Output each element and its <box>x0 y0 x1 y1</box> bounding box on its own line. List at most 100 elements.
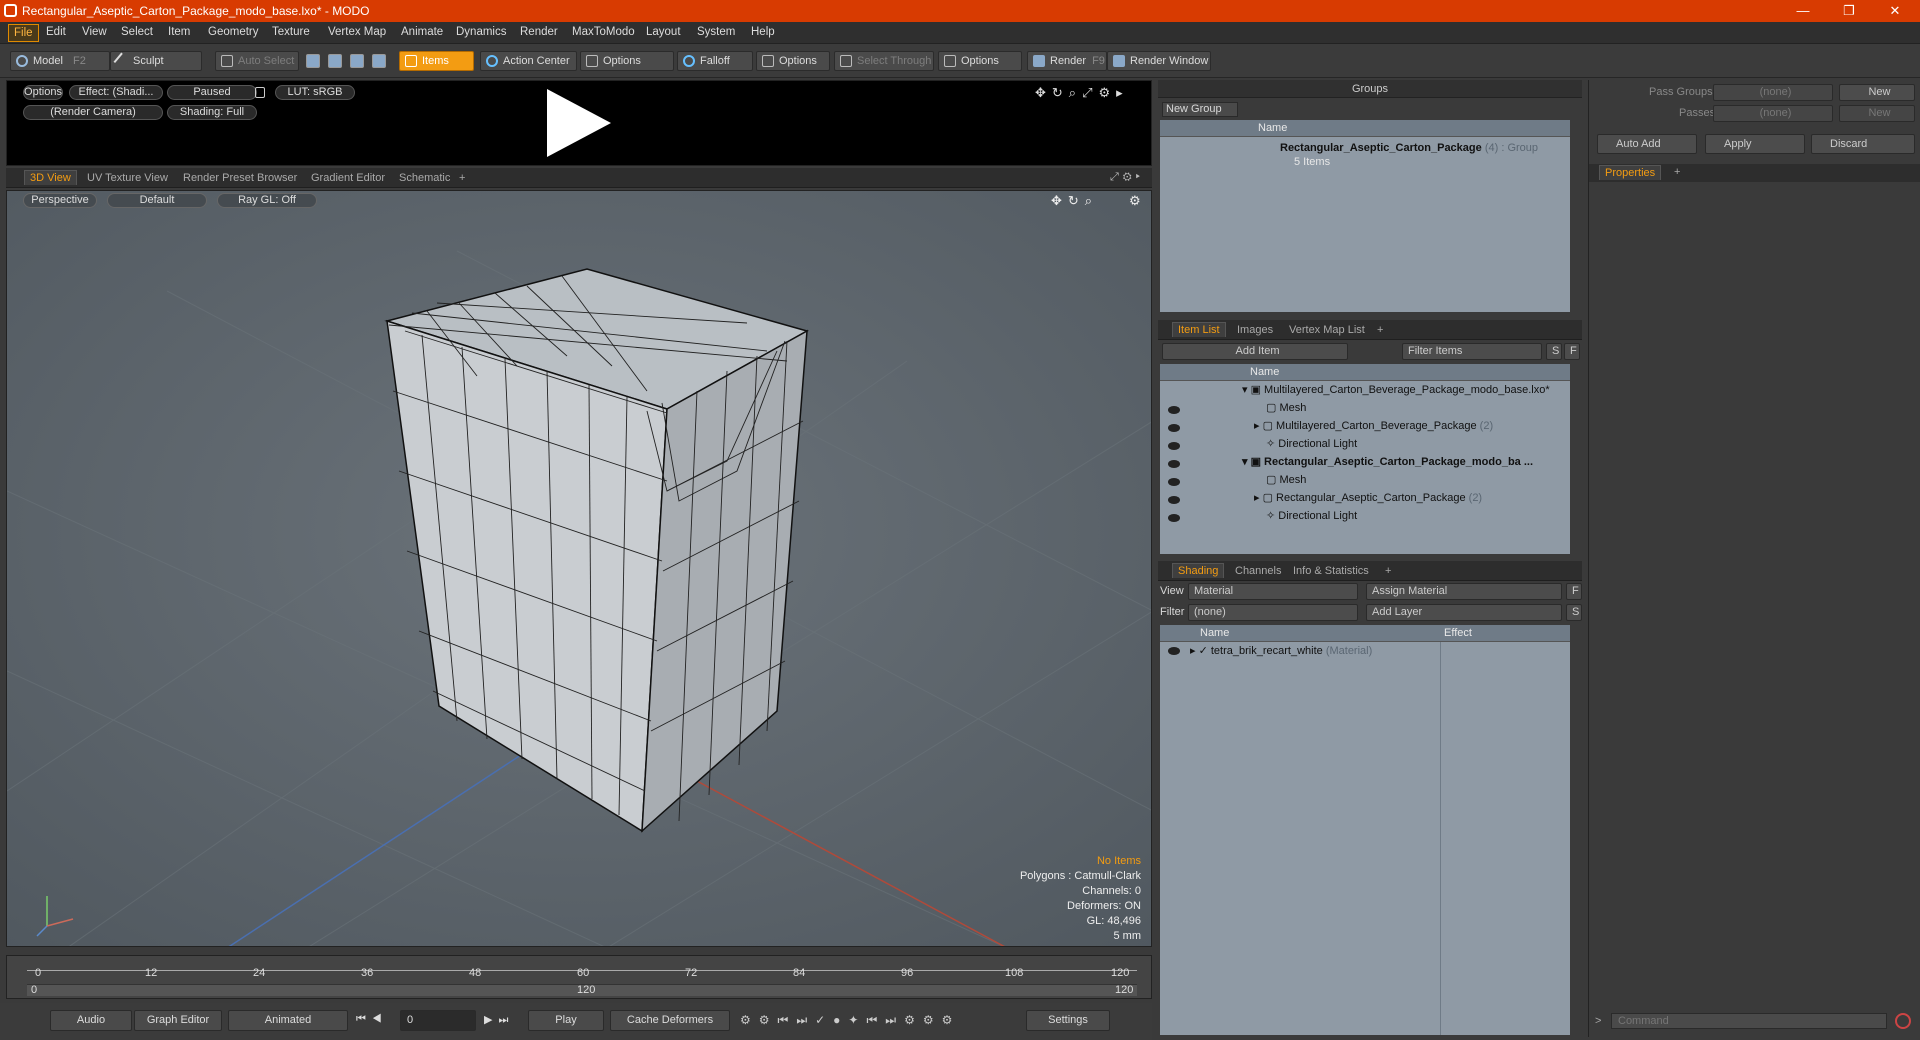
tab-gradient-editor[interactable]: Gradient Editor <box>306 171 390 185</box>
tree-row-light[interactable]: ✧ Directional Light <box>1266 508 1357 526</box>
render-window-button[interactable]: Render Window <box>1107 51 1211 71</box>
cache-deformers-button[interactable]: Cache Deformers <box>610 1010 730 1031</box>
transport-back-icons[interactable]: ⏮◀ <box>356 1013 388 1026</box>
maximize-button[interactable]: ❐ <box>1826 0 1872 22</box>
tab-uv-texture-view[interactable]: UV Texture View <box>82 171 173 185</box>
transport-fwd-icons[interactable]: ▶⏭ <box>484 1013 514 1027</box>
menu-edit[interactable]: Edit <box>46 26 66 38</box>
tab-schematic[interactable]: Schematic <box>394 171 455 185</box>
add-tab-button[interactable]: + <box>454 171 470 185</box>
graph-editor-button[interactable]: Graph Editor <box>134 1010 222 1031</box>
settings-button[interactable]: Settings <box>1026 1010 1110 1031</box>
record-icon[interactable] <box>1895 1013 1911 1029</box>
s-button[interactable]: S <box>1546 343 1562 360</box>
item-tree[interactable]: Name ▾ ▣ Multilayered_Carton_Beverage_Pa… <box>1160 364 1570 554</box>
filter-dropdown[interactable]: (none) <box>1188 604 1358 621</box>
tree-row-light[interactable]: ✧ Directional Light <box>1266 436 1357 454</box>
visibility-eye-icon[interactable] <box>1168 647 1180 655</box>
filter-items-input[interactable]: Filter Items <box>1402 343 1542 360</box>
pass-groups-dropdown[interactable]: (none) <box>1713 84 1833 101</box>
menu-vertex-map[interactable]: Vertex Map <box>328 26 386 38</box>
lock-icon[interactable] <box>255 87 265 98</box>
material-row[interactable]: ▸ ✓ tetra_brik_recart_white (Material) <box>1190 643 1372 661</box>
tree-row-mesh[interactable]: ▢ Mesh <box>1266 400 1306 418</box>
groups-list[interactable]: Name Rectangular_Aseptic_Carton_Package … <box>1160 120 1570 312</box>
add-item-dropdown[interactable]: Add Item <box>1162 343 1348 360</box>
tab-info-statistics[interactable]: Info & Statistics <box>1288 564 1374 578</box>
camera-dropdown[interactable]: (Render Camera) <box>23 105 163 120</box>
add-tab-button[interactable]: + <box>1380 564 1396 578</box>
visibility-eye-icon[interactable] <box>1168 478 1180 486</box>
shading-dropdown[interactable]: Shading: Full <box>167 105 257 120</box>
sculpt-mode-button[interactable]: Sculpt <box>110 51 202 71</box>
tab-3d-view[interactable]: 3D View <box>24 170 77 185</box>
visibility-eye-icon[interactable] <box>1168 460 1180 468</box>
viewport-nav-icons[interactable]: ✥↻⌕ <box>1051 193 1098 209</box>
perspective-dropdown[interactable]: Perspective <box>23 193 97 208</box>
tab-render-preset-browser[interactable]: Render Preset Browser <box>178 171 302 185</box>
effect-dropdown[interactable]: Effect: (Shadi... <box>69 85 163 100</box>
menu-render[interactable]: Render <box>520 26 558 38</box>
discard-button[interactable]: Discard <box>1811 134 1915 154</box>
play-button[interactable]: Play <box>528 1010 604 1031</box>
tab-properties[interactable]: Properties <box>1599 165 1662 180</box>
shader-tree[interactable]: Name Effect ▸ ✓ tetra_brik_recart_white … <box>1160 625 1570 1035</box>
items-mode-button[interactable]: Items <box>399 51 474 71</box>
menu-view[interactable]: View <box>82 26 107 38</box>
select-through-button[interactable]: Select Through <box>834 51 934 71</box>
add-tab-button[interactable]: + <box>1669 165 1685 179</box>
audio-button[interactable]: Audio <box>50 1010 132 1031</box>
key-tool-icons[interactable]: ⚙⚙⏮⏭✓●✦⏮⏭⚙⚙⚙ <box>740 1013 960 1028</box>
options-button-3[interactable]: Options <box>938 51 1022 71</box>
menu-item[interactable]: Item <box>168 26 190 38</box>
f-button[interactable]: F <box>1566 583 1582 600</box>
visibility-eye-icon[interactable] <box>1168 496 1180 504</box>
menu-texture[interactable]: Texture <box>272 26 310 38</box>
falloff-button[interactable]: Falloff <box>677 51 753 71</box>
menu-geometry[interactable]: Geometry <box>208 26 259 38</box>
3d-viewport[interactable]: Perspective Default Ray GL: Off ✥↻⌕ ⚙ No… <box>6 190 1152 947</box>
view-dropdown[interactable]: Material <box>1188 583 1358 600</box>
materials-mode-icon[interactable] <box>372 54 386 68</box>
add-layer-dropdown[interactable]: Add Layer <box>1366 604 1562 621</box>
viewport-panel-icons[interactable]: ⤢⚙▸ <box>1110 171 1144 184</box>
animated-dropdown[interactable]: Animated <box>228 1010 348 1031</box>
vertices-mode-icon[interactable] <box>306 54 320 68</box>
visibility-eye-icon[interactable] <box>1168 442 1180 450</box>
lut-dropdown[interactable]: LUT: sRGB <box>275 85 355 100</box>
tree-row-mesh[interactable]: ▢ Mesh <box>1266 472 1306 490</box>
menu-dynamics[interactable]: Dynamics <box>456 26 506 38</box>
range-bar[interactable]: 0 120 120 <box>27 984 1137 996</box>
edges-mode-icon[interactable] <box>328 54 342 68</box>
preview-options-button[interactable]: Options <box>23 85 63 100</box>
raygl-toggle[interactable]: Ray GL: Off <box>217 193 317 208</box>
play-preview-icon[interactable] <box>547 89 611 157</box>
visibility-eye-icon[interactable] <box>1168 424 1180 432</box>
passes-dropdown[interactable]: (none) <box>1713 105 1833 122</box>
frame-field[interactable]: 0 <box>400 1010 476 1031</box>
visibility-eye-icon[interactable] <box>1168 514 1180 522</box>
f-button[interactable]: F <box>1564 343 1580 360</box>
menu-file[interactable]: File <box>8 24 39 42</box>
render-button[interactable]: Render F9 <box>1027 51 1107 71</box>
assign-material-button[interactable]: Assign Material <box>1366 583 1562 600</box>
apply-button[interactable]: Apply <box>1705 134 1805 154</box>
model-mode-button[interactable]: Model F2 <box>10 51 110 71</box>
tab-images[interactable]: Images <box>1232 323 1278 337</box>
timeline[interactable]: 0 12 24 36 48 60 72 84 96 108 120 0 120 … <box>6 955 1152 999</box>
visibility-eye-icon[interactable] <box>1168 406 1180 414</box>
menu-animate[interactable]: Animate <box>401 26 443 38</box>
tree-row-group[interactable]: ▸ ▢ Multilayered_Carton_Beverage_Package… <box>1254 418 1493 436</box>
menu-select[interactable]: Select <box>121 26 153 38</box>
tab-channels[interactable]: Channels <box>1230 564 1286 578</box>
menu-help[interactable]: Help <box>751 26 775 38</box>
tree-row-scene[interactable]: ▾ ▣ Rectangular_Aseptic_Carton_Package_m… <box>1242 454 1533 472</box>
add-tab-button[interactable]: + <box>1372 323 1388 337</box>
viewport-settings-icon[interactable]: ⚙ <box>1129 193 1141 209</box>
menu-maxtomodo[interactable]: MaxToModo <box>572 26 635 38</box>
options-button-1[interactable]: Options <box>580 51 674 71</box>
action-center-button[interactable]: Action Center <box>480 51 577 71</box>
preview-nav-icons[interactable]: ✥↻⌕⤢⚙▸ <box>1035 85 1129 101</box>
new-pass-button[interactable]: New <box>1839 105 1915 122</box>
s-button[interactable]: S <box>1566 604 1582 621</box>
